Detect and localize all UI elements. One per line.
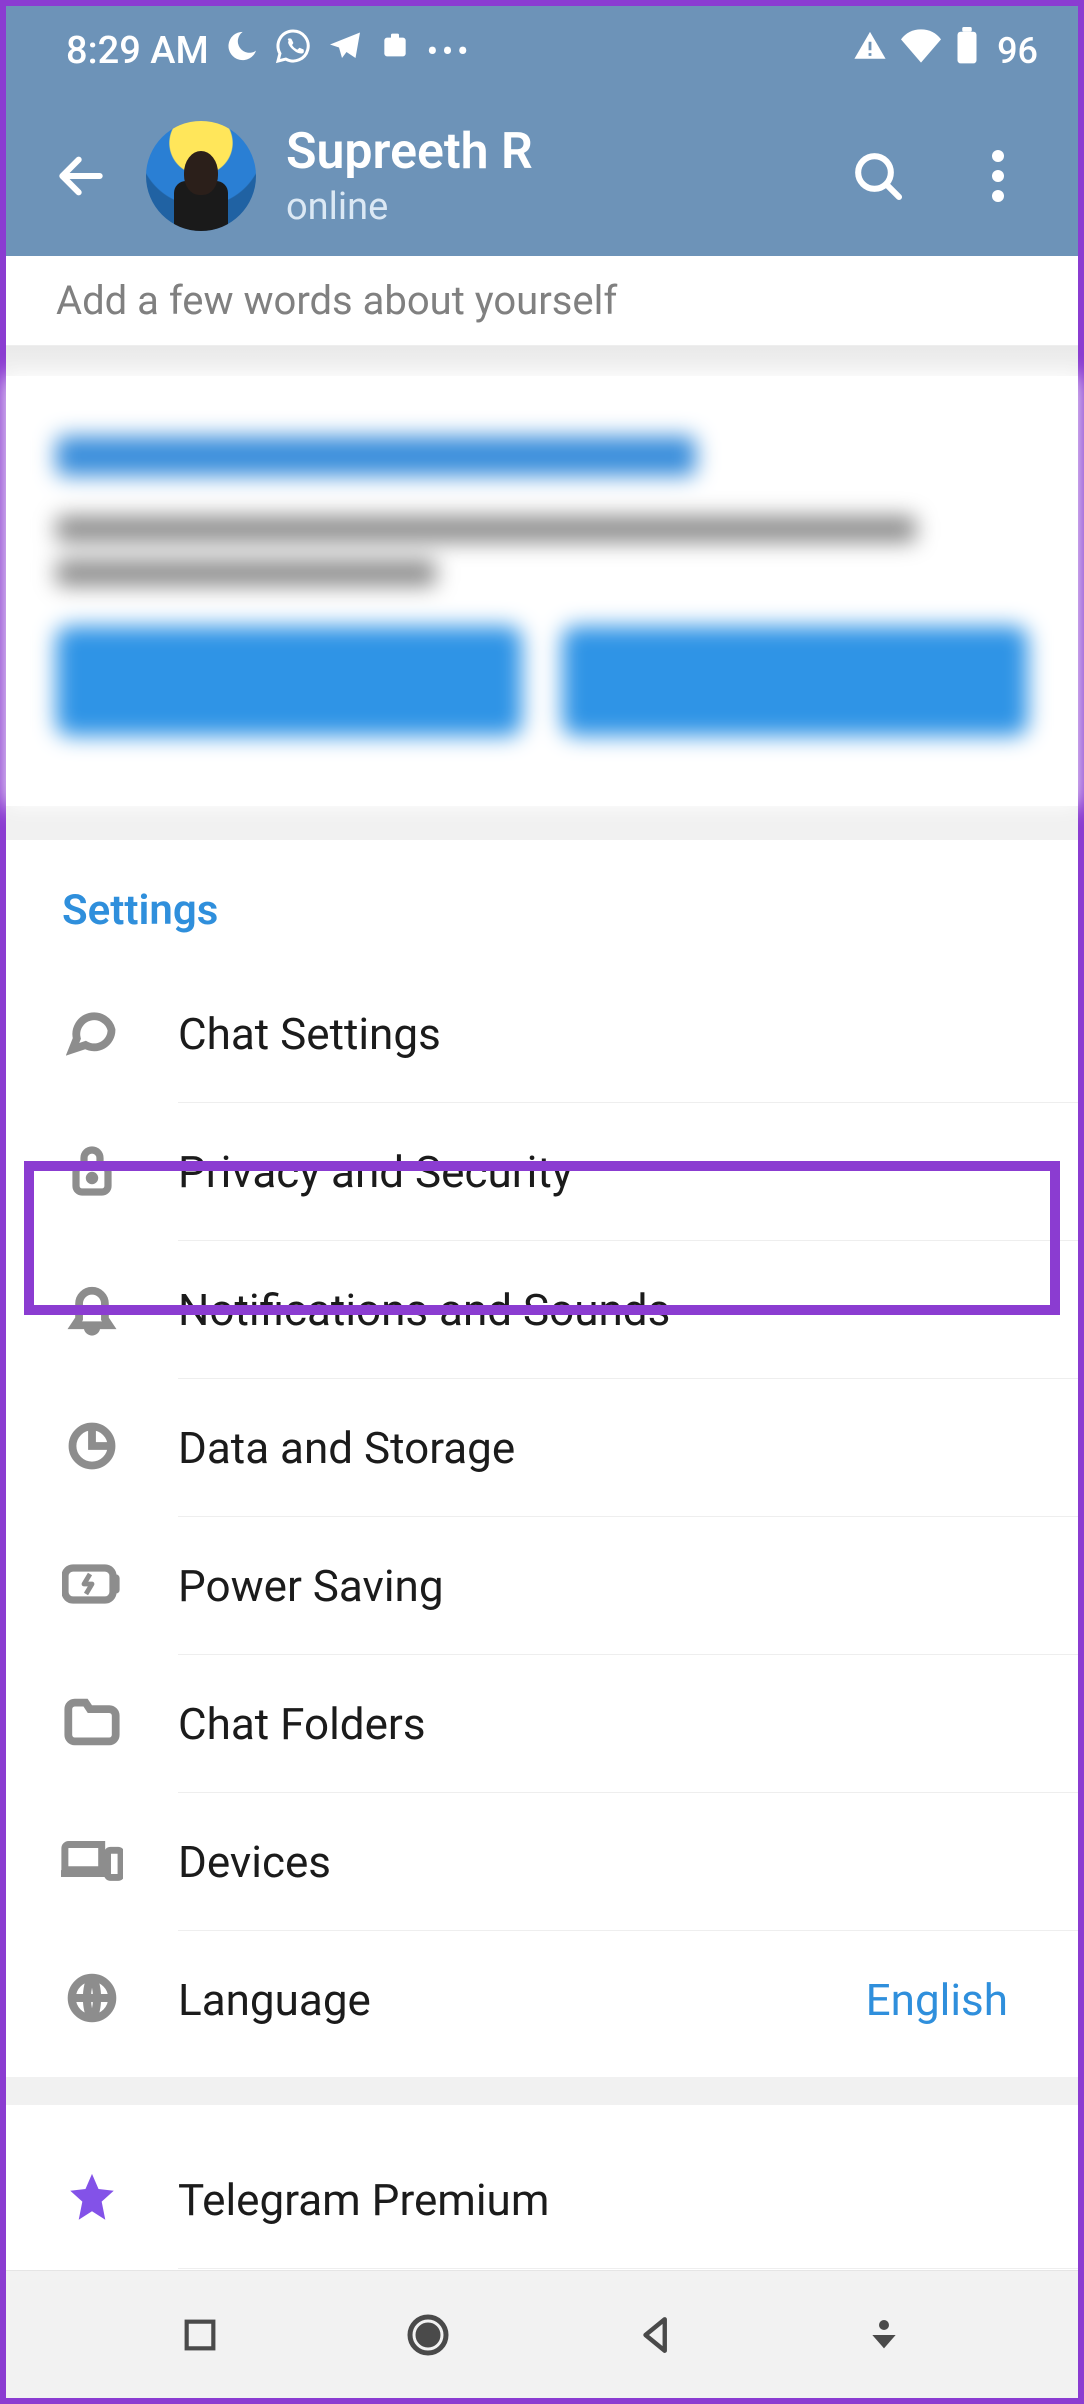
more-menu-button[interactable] [968,146,1028,206]
warning-icon [853,29,887,73]
settings-item-value: English [866,1974,1022,2026]
settings-item-label: Chat Folders [178,1698,1022,1750]
settings-title: Settings [6,886,1078,965]
bio-placeholder: Add a few words about yourself [56,277,617,324]
settings-item-label: Chat Settings [178,1008,1022,1060]
settings-item-data-storage[interactable]: Data and Storage [6,1379,1078,1517]
bell-icon [65,1280,119,1340]
settings-item-label: Data and Storage [178,1422,1022,1474]
system-nav-bar [6,2270,1078,2398]
settings-item-label: Telegram Premium [178,2174,1022,2226]
folder-icon [64,1698,120,1750]
settings-item-label: Language [178,1974,866,2026]
battery-percent: 96 [997,30,1038,72]
bio-input[interactable]: Add a few words about yourself [6,256,1078,346]
promo-card-blurred [6,376,1078,806]
pie-chart-icon [66,1420,118,1476]
whatsapp-icon [275,28,311,74]
settings-item-label: Devices [178,1836,1022,1888]
promo-button[interactable] [56,626,522,736]
nav-back-button[interactable] [621,2300,691,2370]
profile-name: Supreeth R [286,123,533,181]
telegram-icon [327,28,363,74]
settings-item-privacy[interactable]: Privacy and Security [6,1103,1078,1241]
profile-status: online [286,185,533,229]
nav-home-button[interactable] [393,2300,463,2370]
status-time: 8:29 AM [66,29,209,73]
lock-icon [67,1142,117,1202]
globe-icon [65,1971,119,2029]
settings-item-label: Power Saving [178,1560,1022,1612]
battery-charge-icon [62,1562,122,1610]
settings-item-devices[interactable]: Devices [6,1793,1078,1931]
battery-icon [955,27,979,75]
chat-bubble-icon [66,1006,118,1062]
settings-item-chat-settings[interactable]: Chat Settings [6,965,1078,1103]
wifi-icon [901,29,941,73]
status-bar: 8:29 AM ••• 96 [6,6,1078,96]
calendar-notif-icon [379,29,411,73]
settings-item-label: Privacy and Security [178,1146,1022,1198]
star-icon [63,2169,121,2231]
settings-item-label: Notifications and Sounds [178,1284,1022,1336]
promo-button[interactable] [562,626,1028,736]
settings-item-power-saving[interactable]: Power Saving [6,1517,1078,1655]
back-button[interactable] [46,141,116,211]
divider [6,806,1078,840]
dnd-moon-icon [225,29,259,73]
devices-icon [61,1837,123,1887]
settings-item-chat-folders[interactable]: Chat Folders [6,1655,1078,1793]
avatar[interactable] [146,121,256,231]
more-dots-icon: ••• [427,32,473,70]
settings-item-language[interactable]: Language English [6,1931,1078,2069]
divider [6,2077,1078,2105]
search-button[interactable] [848,146,908,206]
settings-section: Settings Chat Settings Privacy and Secur… [6,840,1078,2069]
divider [6,346,1078,376]
settings-item-premium[interactable]: Telegram Premium [6,2131,1078,2269]
nav-ime-switch-button[interactable] [849,2300,919,2370]
nav-recents-button[interactable] [165,2300,235,2370]
settings-item-notifications[interactable]: Notifications and Sounds [6,1241,1078,1379]
profile-header: Supreeth R online [6,96,1078,256]
